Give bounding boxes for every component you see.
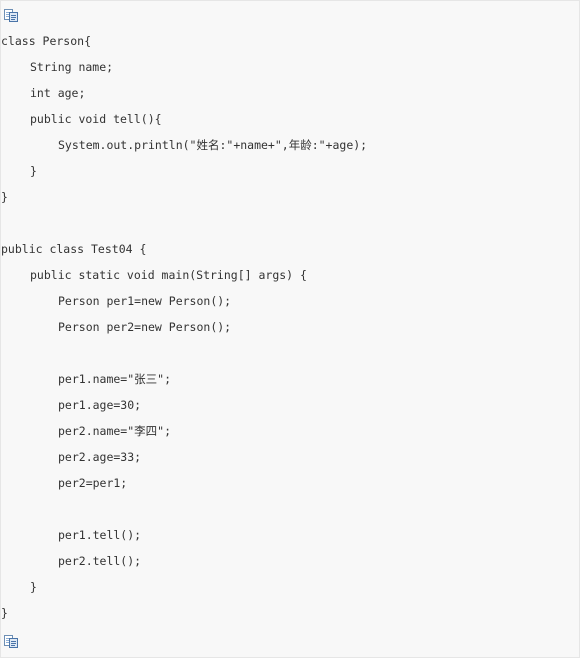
code-line: } <box>1 190 8 204</box>
code-line: per2.name="李四"; <box>58 424 172 438</box>
code-line: Person per1=new Person(); <box>58 294 232 308</box>
code-line: int age; <box>30 86 86 100</box>
copy-code-icon[interactable] <box>3 7 19 23</box>
code-line: per1.tell(); <box>58 528 142 542</box>
code-line: per2.age=33; <box>58 450 142 464</box>
code-line: } <box>30 580 37 594</box>
code-line: System.out.println("姓名:"+name+",年龄:"+age… <box>58 138 368 152</box>
code-line: public class Test04 { <box>1 242 147 256</box>
code-block: class Person{ String name; int age; public … <box>0 0 580 658</box>
code-line: } <box>30 164 37 178</box>
code-lines: class Person{ String name; int age; public … <box>1 28 579 626</box>
code-line: Person per2=new Person(); <box>58 320 232 334</box>
code-line: String name; <box>30 60 114 74</box>
code-line: class Person{ <box>1 34 92 48</box>
code-line: per2.tell(); <box>58 554 142 568</box>
code-line: public static void main(String[] args) { <box>30 268 307 282</box>
code-line: per1.age=30; <box>58 398 142 412</box>
code-line: public void tell(){ <box>30 112 162 126</box>
copy-code-icon[interactable] <box>3 633 19 649</box>
code-line: per2=per1; <box>58 476 128 490</box>
code-line: } <box>1 606 8 620</box>
code-line: per1.name="张三"; <box>58 372 172 386</box>
